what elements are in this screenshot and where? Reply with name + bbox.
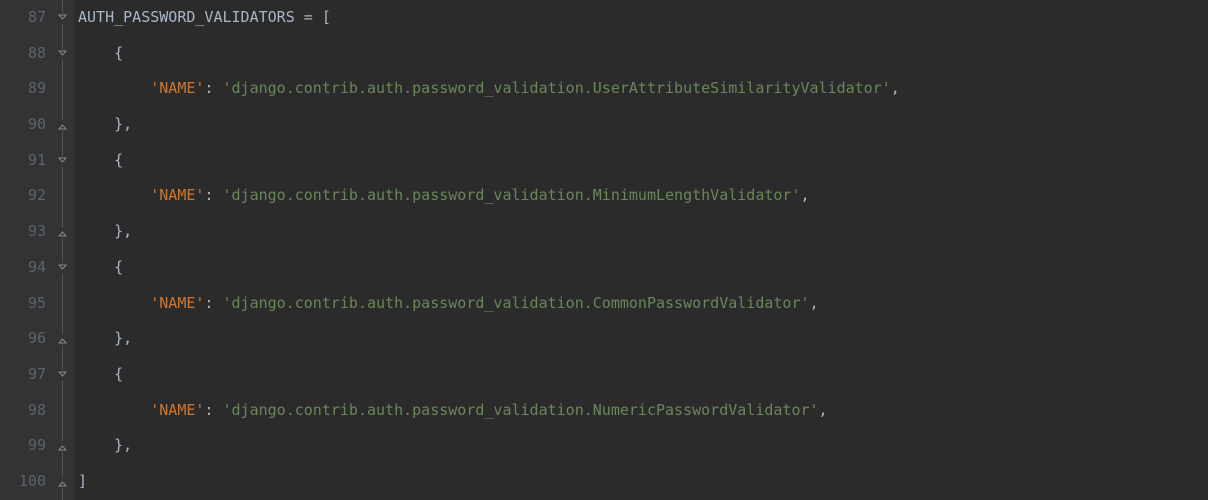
string-literal: 'django.contrib.auth.password_validation… — [223, 186, 801, 204]
line-number: 92 — [0, 178, 46, 214]
string-literal: 'django.contrib.auth.password_validation… — [223, 401, 819, 419]
dict-key: 'NAME' — [150, 401, 204, 419]
fold-close-icon[interactable] — [57, 227, 68, 238]
fold-close-icon[interactable] — [57, 441, 68, 452]
code-editor[interactable]: 87 88 89 90 91 92 93 94 95 96 97 98 99 1… — [0, 0, 1208, 500]
line-number: 87 — [0, 0, 46, 36]
code-line[interactable]: AUTH_PASSWORD_VALIDATORS = [ — [78, 0, 1208, 36]
line-number: 97 — [0, 357, 46, 393]
code-line[interactable]: 'NAME': 'django.contrib.auth.password_va… — [78, 393, 1208, 429]
dict-key: 'NAME' — [150, 186, 204, 204]
code-line[interactable]: 'NAME': 'django.contrib.auth.password_va… — [78, 178, 1208, 214]
line-number: 95 — [0, 286, 46, 322]
variable-name: AUTH_PASSWORD_VALIDATORS — [78, 8, 295, 26]
line-number: 89 — [0, 71, 46, 107]
fold-open-icon[interactable] — [57, 49, 68, 60]
fold-gutter — [54, 0, 74, 500]
fold-close-icon[interactable] — [57, 120, 68, 131]
code-line[interactable]: { — [78, 250, 1208, 286]
code-line[interactable]: { — [78, 357, 1208, 393]
line-number: 88 — [0, 36, 46, 72]
code-line[interactable]: 'NAME': 'django.contrib.auth.password_va… — [78, 71, 1208, 107]
code-line[interactable]: ] — [78, 464, 1208, 500]
code-line[interactable]: }, — [78, 428, 1208, 464]
code-line[interactable]: }, — [78, 214, 1208, 250]
line-number: 100 — [0, 464, 46, 500]
line-number: 91 — [0, 143, 46, 179]
dict-key: 'NAME' — [150, 79, 204, 97]
code-line[interactable]: { — [78, 36, 1208, 72]
line-number-gutter: 87 88 89 90 91 92 93 94 95 96 97 98 99 1… — [0, 0, 54, 500]
line-number: 96 — [0, 321, 46, 357]
line-number: 93 — [0, 214, 46, 250]
code-area[interactable]: AUTH_PASSWORD_VALIDATORS = [ { 'NAME': '… — [74, 0, 1208, 500]
line-number: 98 — [0, 393, 46, 429]
string-literal: 'django.contrib.auth.password_validation… — [223, 79, 891, 97]
fold-close-icon[interactable] — [57, 334, 68, 345]
line-number: 94 — [0, 250, 46, 286]
fold-open-icon[interactable] — [57, 370, 68, 381]
line-number: 99 — [0, 428, 46, 464]
fold-open-icon[interactable] — [57, 263, 68, 274]
fold-open-icon[interactable] — [57, 156, 68, 167]
fold-open-icon[interactable] — [57, 13, 68, 24]
line-number: 90 — [0, 107, 46, 143]
string-literal: 'django.contrib.auth.password_validation… — [223, 294, 810, 312]
dict-key: 'NAME' — [150, 294, 204, 312]
code-line[interactable]: { — [78, 143, 1208, 179]
code-line[interactable]: }, — [78, 107, 1208, 143]
fold-close-icon[interactable] — [57, 477, 68, 488]
code-line[interactable]: }, — [78, 321, 1208, 357]
code-line[interactable]: 'NAME': 'django.contrib.auth.password_va… — [78, 286, 1208, 322]
